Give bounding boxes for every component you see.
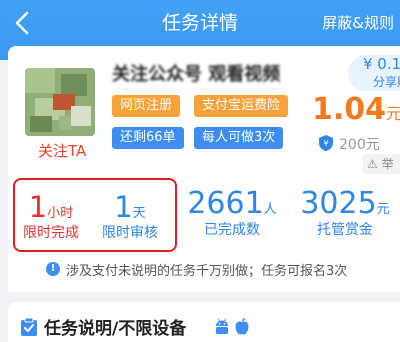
tag-remaining: 还剩66单 [112, 127, 184, 149]
deposit-amount: 200元 [339, 137, 380, 153]
svg-text:¥: ¥ [323, 139, 328, 148]
stat-label: 限时完成 [23, 225, 79, 241]
task-notice: 涉及支付未说明的任务千万别做；任务可报名3次 [66, 264, 348, 279]
stat-value: 1 [114, 190, 133, 224]
follow-button[interactable]: 关注TA [38, 140, 86, 161]
info-icon: ! [46, 262, 60, 276]
stat-label: 限时审核 [102, 225, 158, 241]
stat-label: 已完成数 [204, 222, 260, 238]
stat-unit: 元 [376, 202, 390, 217]
stat-unit: 人 [263, 202, 277, 217]
tag-per-user: 每人可做3次 [194, 127, 284, 149]
stat-value: 3025 [300, 186, 377, 221]
price-value: 1.04 [312, 92, 387, 127]
section-title: 任务说明/不限设备 [44, 319, 187, 339]
android-icon [216, 318, 228, 334]
avatar[interactable] [25, 68, 95, 136]
stat-review-limit: 1天 限时审核 [96, 190, 164, 242]
stat-unit: 小时 [47, 206, 74, 221]
block-rules-button[interactable]: 屏蔽&规则 [322, 12, 394, 33]
share-reward-label: 分享赚 [373, 75, 400, 89]
tag-alipay-insurance: 支付宝运费险 [194, 95, 289, 117]
clipboard-check-icon [21, 317, 37, 336]
stat-value: 1 [28, 190, 48, 224]
shield-icon: ¥ [319, 135, 333, 151]
stat-complete-limit: 1小时 限时完成 [18, 190, 84, 242]
share-reward-amount: ¥ 0.1 [363, 55, 400, 73]
apple-icon [235, 318, 249, 335]
stat-value: 2661 [187, 186, 264, 221]
stat-escrow-reward: 3025元 托管赏金 [294, 186, 396, 239]
stat-label: 托管赏金 [317, 222, 373, 238]
task-price: 1.04元 [312, 92, 400, 127]
tag-web-register: 网页注册 [112, 95, 181, 117]
stat-unit: 天 [132, 206, 146, 221]
price-unit: 元 [386, 104, 400, 123]
stat-completed-count: 2661人 已完成数 [182, 186, 282, 239]
task-title: 关注公众号 观看视频 [112, 64, 281, 85]
report-button[interactable]: ⚠ 举 [363, 154, 400, 174]
